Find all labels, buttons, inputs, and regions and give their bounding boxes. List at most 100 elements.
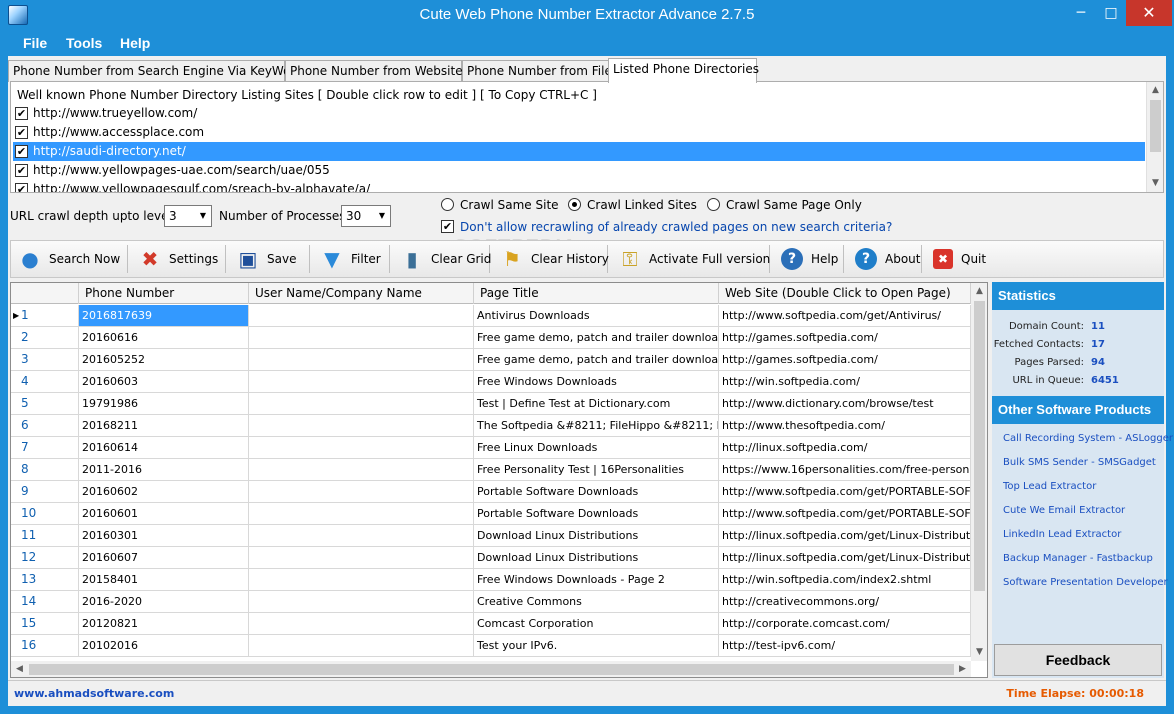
close-button[interactable]: ✕ [1126,0,1172,26]
website-cell[interactable]: http://linux.softpedia.com/get/Linux-Dis… [719,547,971,569]
phone-number-cell[interactable]: 20160601 [79,503,249,525]
page-title-cell[interactable]: Test your IPv6. [474,635,719,657]
directory-row[interactable]: ✔ http://www.trueyellow.com/ [13,104,1145,123]
company-name-cell[interactable] [249,415,474,437]
page-title-cell[interactable]: Free Linux Downloads [474,437,719,459]
row-number-cell[interactable]: 7 [11,437,79,459]
page-title-cell[interactable]: Portable Software Downloads [474,481,719,503]
product-link[interactable]: Cute We Email Extractor [1003,505,1125,516]
page-title-cell[interactable]: Test | Define Test at Dictionary.com [474,393,719,415]
directory-checkbox[interactable]: ✔ [15,145,28,158]
website-cell[interactable]: http://www.thesoftpedia.com/ [719,415,971,437]
directory-scrollbar[interactable]: ▲ ▼ [1146,82,1163,192]
row-number-cell[interactable]: ▶ 1 [11,305,79,327]
company-name-cell[interactable] [249,393,474,415]
website-cell[interactable]: http://creativecommons.org/ [719,591,971,613]
page-title-cell[interactable]: Portable Software Downloads [474,503,719,525]
phone-number-header[interactable]: Phone Number [79,283,249,304]
company-name-cell[interactable] [249,459,474,481]
company-name-cell[interactable] [249,525,474,547]
page-title-cell[interactable]: Download Linux Distributions [474,525,719,547]
website-cell[interactable]: http://win.softpedia.com/index2.shtml [719,569,971,591]
settings-button[interactable]: ✖ Settings [135,243,219,275]
page-title-cell[interactable]: Free Windows Downloads [474,371,719,393]
page-title-cell[interactable]: Comcast Corporation [474,613,719,635]
grid-horizontal-scrollbar[interactable]: ◀ ▶ [11,661,971,677]
table-row[interactable]: 5 19791986 Test | Define Test at Dictionar… [11,393,971,415]
crawl-same-site-radio[interactable] [441,198,454,211]
quit-button[interactable]: ✖ Quit [929,243,986,275]
row-number-cell[interactable]: 8 [11,459,79,481]
product-link[interactable]: LinkedIn Lead Extractor [1003,529,1121,540]
phone-number-cell[interactable]: 19791986 [79,393,249,415]
phone-number-cell[interactable]: 20160616 [79,327,249,349]
scroll-right-icon[interactable]: ▶ [954,661,971,677]
phone-number-cell[interactable]: 201605252 [79,349,249,371]
maximize-button[interactable]: □ [1096,0,1126,26]
page-title-cell[interactable]: Free Personality Test | 16Personalities [474,459,719,481]
crawl-linked-sites-radio[interactable] [568,198,581,211]
website-cell[interactable]: http://linux.softpedia.com/get/Linux-Dis… [719,525,971,547]
results-grid[interactable]: Phone Number User Name/Company Name Page T… [10,282,988,678]
tab-files[interactable]: Phone Number from Files [462,60,618,82]
clear-history-button[interactable]: ⚑ Clear History [497,243,609,275]
help-button[interactable]: ? Help [777,243,838,275]
tab-websites[interactable]: Phone Number from Websites [285,60,469,82]
table-row[interactable]: 16 20102016 Test your IPv6. http://test-ipv… [11,635,971,657]
row-number-cell[interactable]: 2 [11,327,79,349]
phone-number-cell[interactable]: 20120821 [79,613,249,635]
company-name-cell[interactable] [249,613,474,635]
directory-checkbox[interactable]: ✔ [15,107,28,120]
product-link[interactable]: Bulk SMS Sender - SMSGadget [1003,457,1156,468]
scroll-up-icon[interactable]: ▲ [971,283,987,300]
scroll-thumb[interactable] [1150,100,1161,152]
product-link[interactable]: Backup Manager - Fastbackup [1003,553,1153,564]
directory-row[interactable]: ✔ http://www.yellowpages-uae.com/search/u… [13,161,1145,180]
website-cell[interactable]: http://corporate.comcast.com/ [719,613,971,635]
directory-list[interactable]: Well known Phone Number Directory Listin… [10,81,1164,193]
page-title-cell[interactable]: Free game demo, patch and trailer downlo… [474,327,719,349]
menu-tools[interactable]: Tools [66,35,102,51]
processes-select[interactable]: 30 ▼ [341,205,391,227]
phone-number-cell[interactable]: 20160602 [79,481,249,503]
company-name-cell[interactable] [249,349,474,371]
filter-button[interactable]: ▼ Filter [317,243,380,275]
depth-select[interactable]: 3 ▼ [164,205,212,227]
grid-vertical-scrollbar[interactable]: ▲ ▼ [971,283,987,661]
scroll-up-icon[interactable]: ▲ [1147,82,1163,99]
clear-grid-button[interactable]: ▮ Clear Grid [397,243,491,275]
menu-help[interactable]: Help [120,35,150,51]
table-row[interactable]: 13 20158401 Free Windows Downloads - Page … [11,569,971,591]
save-button[interactable]: ▣ Save [233,243,297,275]
website-cell[interactable]: http://win.softpedia.com/ [719,371,971,393]
company-name-cell[interactable] [249,327,474,349]
table-row[interactable]: 7 20160614 Free Linux Downloads http://linu… [11,437,971,459]
company-name-cell[interactable] [249,481,474,503]
page-title-cell[interactable]: Free Windows Downloads - Page 2 [474,569,719,591]
row-number-cell[interactable]: 12 [11,547,79,569]
row-number-cell[interactable]: 13 [11,569,79,591]
about-button[interactable]: ? About [851,243,920,275]
phone-number-cell[interactable]: 20160607 [79,547,249,569]
website-header[interactable]: Web Site (Double Click to Open Page) [719,283,971,304]
page-title-cell[interactable]: Antivirus Downloads [474,305,719,327]
company-name-cell[interactable] [249,591,474,613]
website-cell[interactable]: http://games.softpedia.com/ [719,349,971,371]
directory-row[interactable]: ✔ http://saudi-directory.net/ [13,142,1145,161]
directory-checkbox[interactable]: ✔ [15,126,28,139]
no-recrawl-checkbox[interactable]: ✔ [441,220,454,233]
website-cell[interactable]: https://www.16personalities.com/free-per… [719,459,971,481]
scroll-thumb[interactable] [974,301,985,591]
product-link[interactable]: Software Presentation Developer [1003,577,1168,588]
row-number-cell[interactable]: 4 [11,371,79,393]
row-number-cell[interactable]: 15 [11,613,79,635]
table-row[interactable]: 15 20120821 Comcast Corporation http://corp… [11,613,971,635]
website-cell[interactable]: http://www.dictionary.com/browse/test [719,393,971,415]
tab-listed-directories[interactable]: Listed Phone Directories [608,58,759,83]
table-row[interactable]: 12 20160607 Download Linux Distributions ht… [11,547,971,569]
phone-number-cell[interactable]: 2016-2020 [79,591,249,613]
page-title-cell[interactable]: The Softpedia &#8211; FileHippo &#8211; … [474,415,719,437]
feedback-button[interactable]: Feedback [994,644,1162,676]
phone-number-cell[interactable]: 20160301 [79,525,249,547]
website-cell[interactable]: http://games.softpedia.com/ [719,327,971,349]
